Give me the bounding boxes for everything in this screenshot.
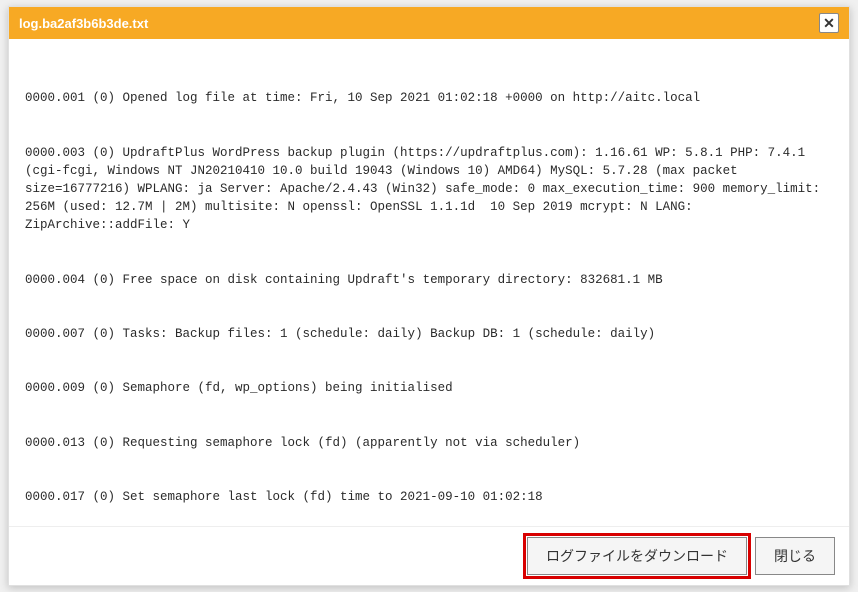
log-dialog: log.ba2af3b6b3de.txt ✕ 0000.001 (0) Open… (8, 6, 850, 586)
dialog-header: log.ba2af3b6b3de.txt ✕ (9, 7, 849, 39)
log-content[interactable]: 0000.001 (0) Opened log file at time: Fr… (9, 39, 849, 526)
log-line: 0000.009 (0) Semaphore (fd, wp_options) … (25, 379, 833, 397)
close-button[interactable]: 閉じる (755, 537, 835, 575)
download-log-button[interactable]: ログファイルをダウンロード (527, 537, 747, 575)
log-line: 0000.003 (0) UpdraftPlus WordPress backu… (25, 144, 833, 235)
close-icon[interactable]: ✕ (819, 13, 839, 33)
log-line: 0000.017 (0) Set semaphore last lock (fd… (25, 488, 833, 506)
dialog-title: log.ba2af3b6b3de.txt (19, 16, 148, 31)
dialog-footer: ログファイルをダウンロード 閉じる (9, 526, 849, 585)
log-line: 0000.001 (0) Opened log file at time: Fr… (25, 89, 833, 107)
log-line: 0000.004 (0) Free space on disk containi… (25, 271, 833, 289)
log-line: 0000.007 (0) Tasks: Backup files: 1 (sch… (25, 325, 833, 343)
log-line: 0000.013 (0) Requesting semaphore lock (… (25, 434, 833, 452)
